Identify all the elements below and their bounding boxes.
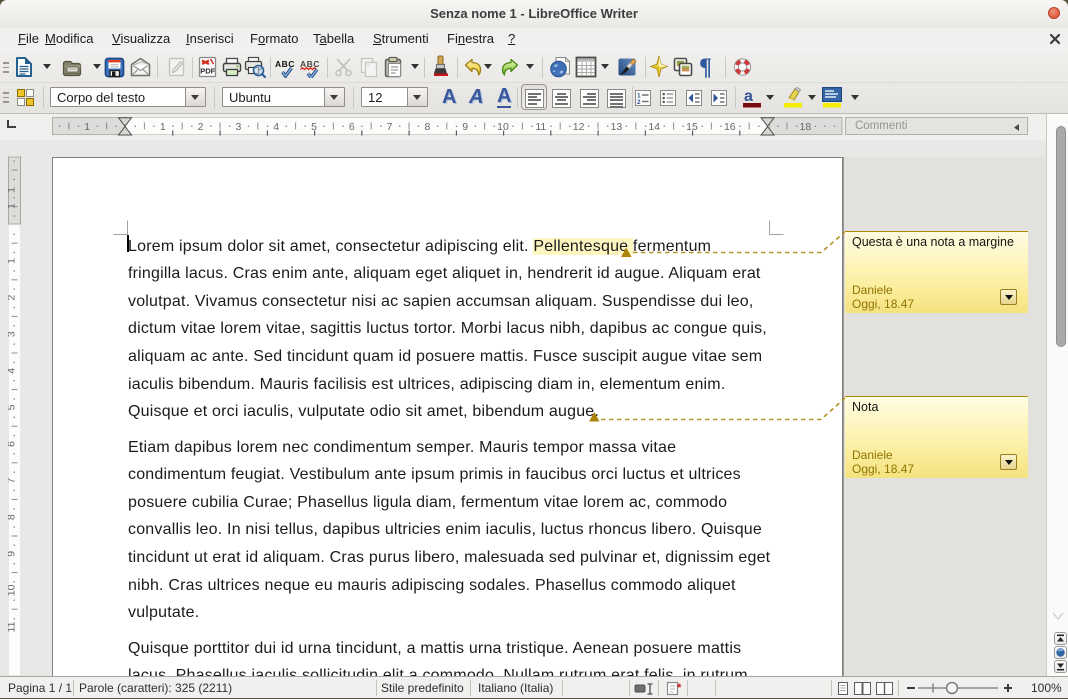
svg-text:PDF: PDF: [200, 67, 215, 76]
svg-text:¶: ¶: [699, 55, 712, 79]
svg-text:9: 9: [462, 121, 468, 133]
svg-text:14: 14: [648, 121, 660, 133]
svg-text:1: 1: [84, 121, 90, 133]
svg-text:8: 8: [424, 121, 430, 133]
svg-text:*: *: [677, 682, 682, 694]
svg-text:18: 18: [800, 121, 812, 133]
svg-text:2: 2: [637, 99, 641, 106]
svg-text:16: 16: [724, 121, 736, 133]
svg-text:ABC: ABC: [275, 59, 295, 69]
svg-text:13: 13: [611, 121, 623, 133]
svg-text:2: 2: [198, 121, 204, 133]
svg-text:3: 3: [235, 121, 241, 133]
svg-text:7: 7: [387, 121, 393, 133]
svg-text:11: 11: [535, 121, 546, 133]
svg-text:1: 1: [160, 121, 166, 133]
svg-text:4: 4: [273, 121, 279, 133]
svg-text:a: a: [744, 88, 753, 105]
svg-text:12: 12: [573, 121, 585, 133]
svg-text:6: 6: [349, 121, 355, 133]
